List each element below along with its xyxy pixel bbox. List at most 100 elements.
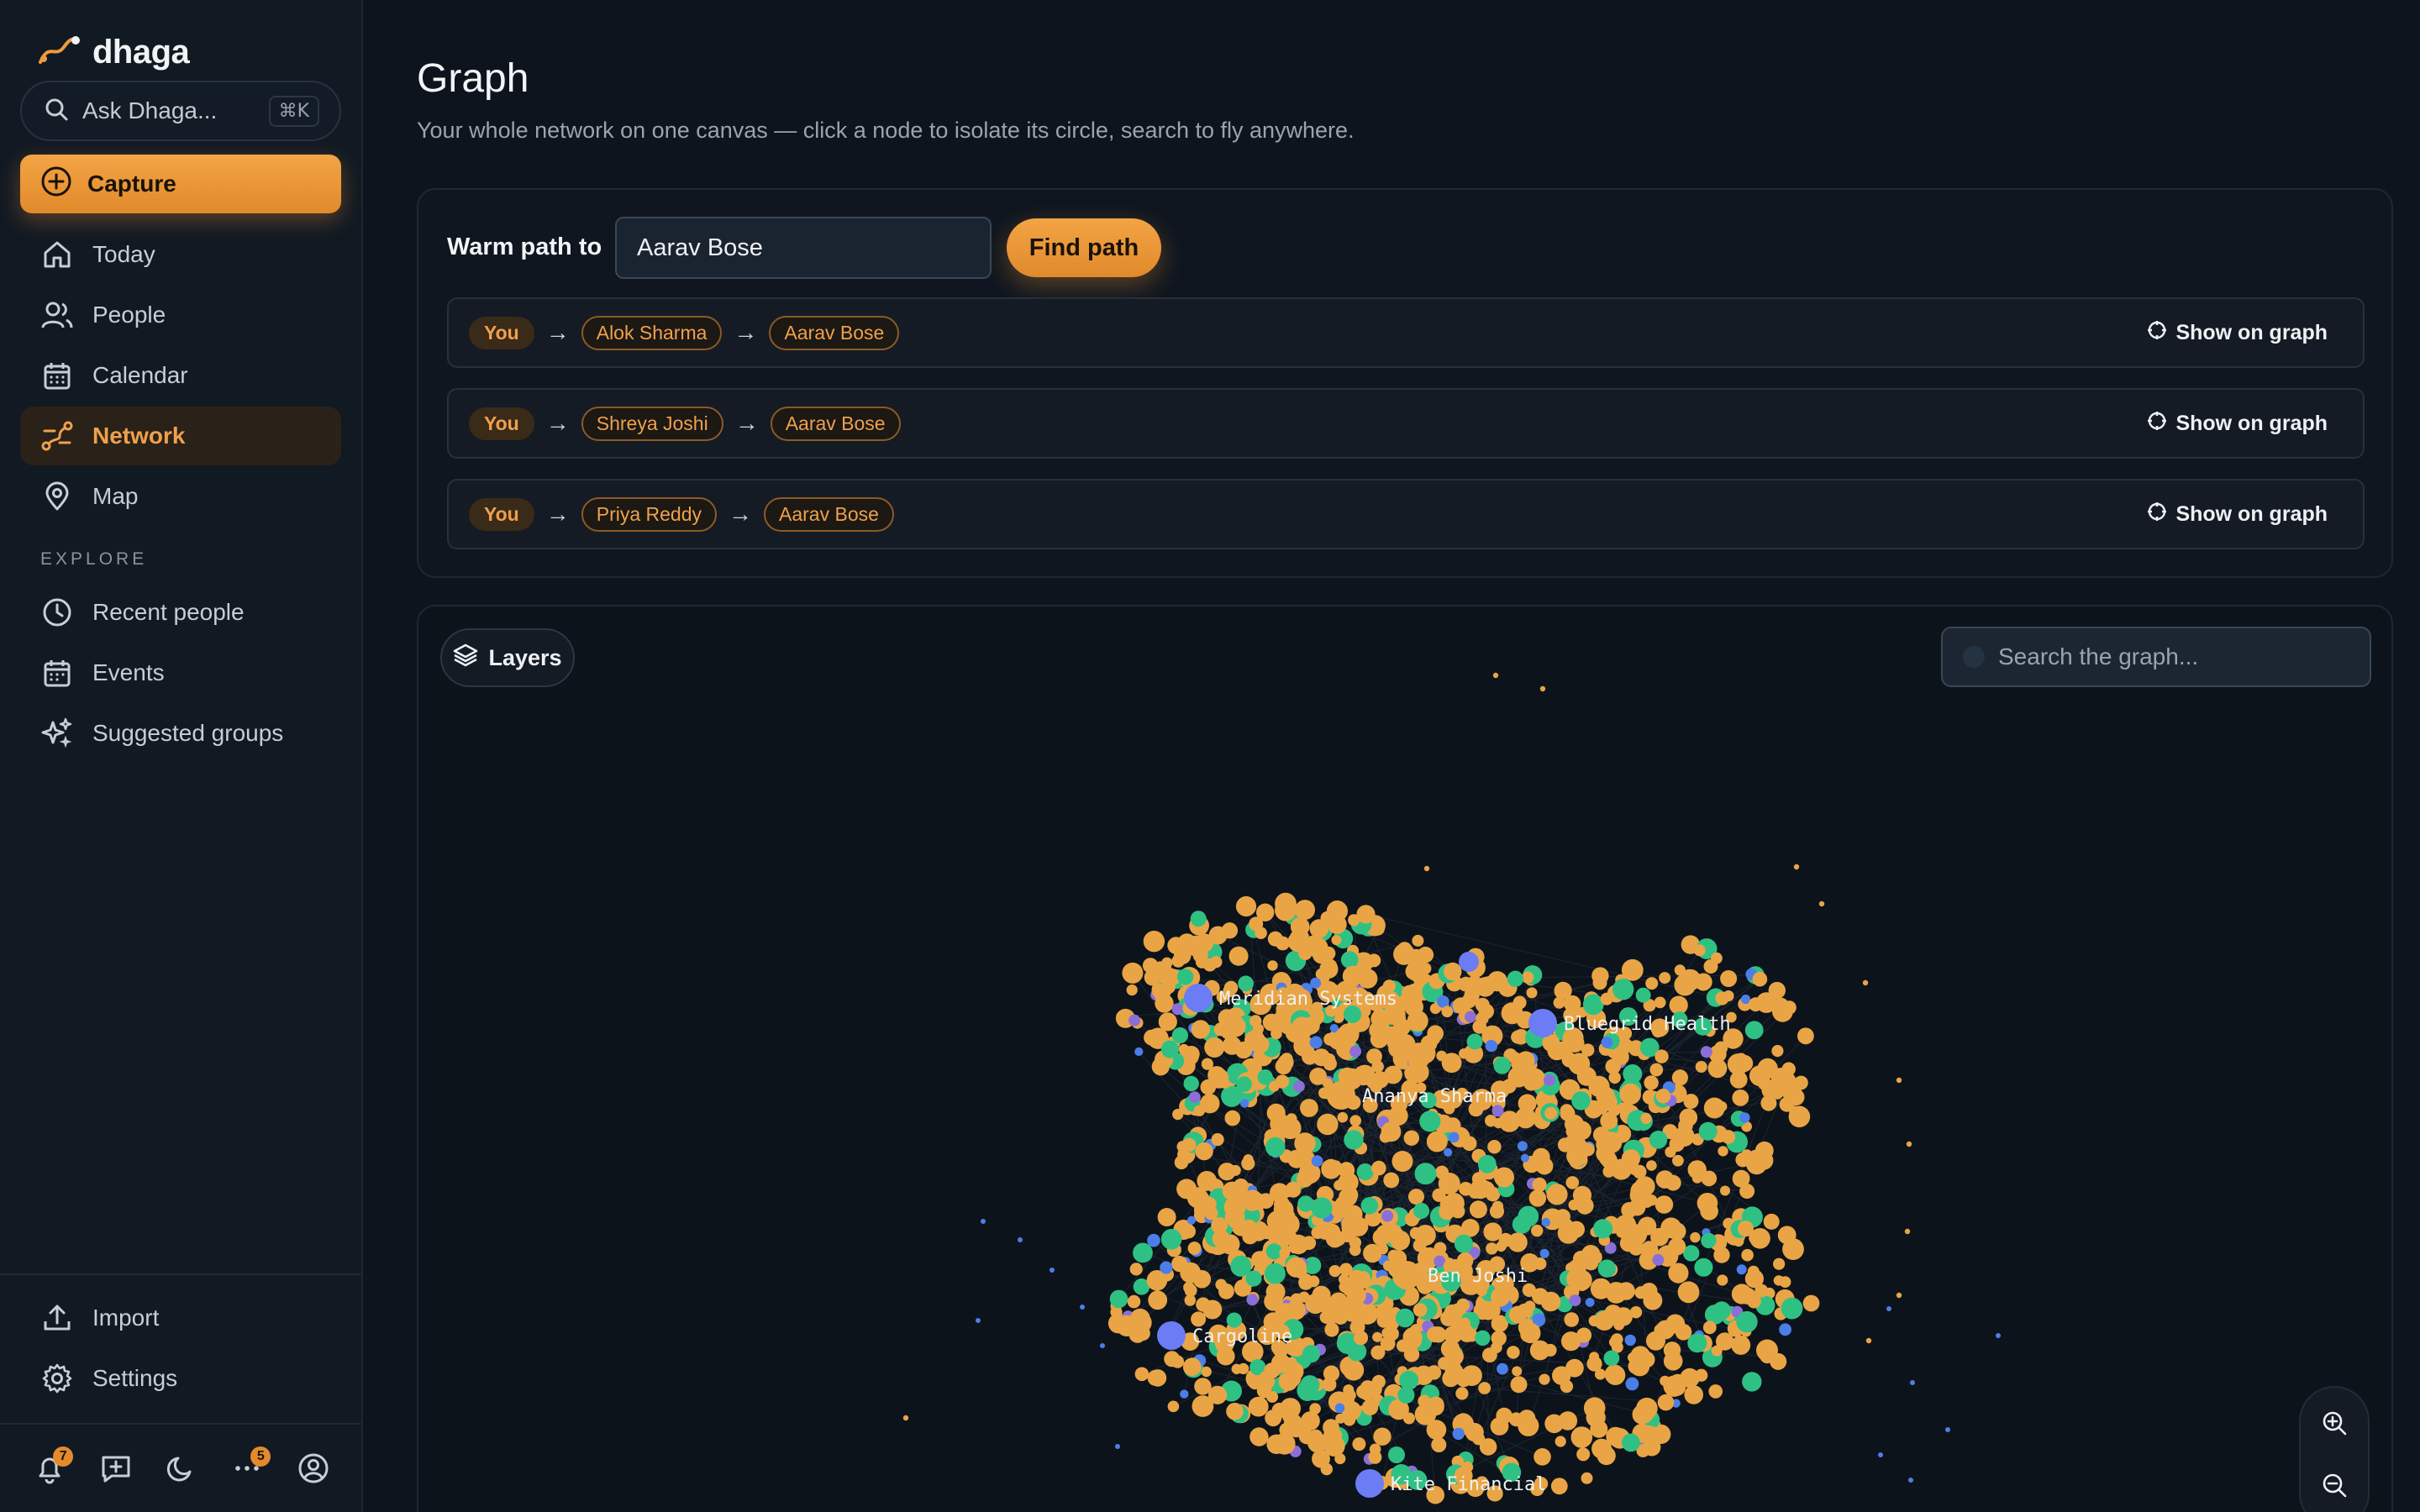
person-node[interactable]	[1470, 1178, 1491, 1200]
person-node[interactable]	[1904, 1228, 1911, 1235]
person-node[interactable]	[1716, 1332, 1734, 1351]
person-node[interactable]	[1713, 1247, 1730, 1263]
group-node[interactable]	[1399, 1370, 1419, 1390]
person-node[interactable]	[1565, 1176, 1580, 1189]
group-node[interactable]	[1257, 1069, 1273, 1085]
person-node[interactable]	[1561, 1052, 1577, 1068]
tag-node[interactable]	[1246, 1294, 1259, 1306]
tag-node[interactable]	[1465, 1011, 1476, 1023]
path-via-pill[interactable]: Alok Sharma	[581, 315, 723, 350]
zoom-in-button[interactable]	[2301, 1394, 2368, 1455]
person-node[interactable]	[1201, 1366, 1212, 1378]
person-node[interactable]	[1768, 981, 1786, 1000]
person-node[interactable]	[1629, 1356, 1650, 1377]
person-node[interactable]	[1632, 1404, 1652, 1425]
person-node[interactable]	[1449, 1360, 1461, 1372]
person-node[interactable]	[1174, 1155, 1189, 1170]
group-node[interactable]	[1493, 1057, 1511, 1074]
group-node[interactable]	[1171, 1027, 1188, 1044]
group-node[interactable]	[1347, 1341, 1367, 1362]
contact-node[interactable]	[1444, 1147, 1453, 1157]
contact-node[interactable]	[1520, 1153, 1529, 1163]
person-node[interactable]	[1518, 1094, 1537, 1113]
person-node[interactable]	[1279, 1247, 1291, 1259]
person-node[interactable]	[1323, 1053, 1336, 1066]
group-node[interactable]	[1612, 979, 1634, 1000]
person-node[interactable]	[1440, 1310, 1456, 1326]
person-node[interactable]	[1270, 1183, 1290, 1203]
person-node[interactable]	[1628, 1199, 1646, 1216]
person-node[interactable]	[1128, 1326, 1147, 1343]
person-node[interactable]	[1241, 1157, 1255, 1171]
group-node[interactable]	[1236, 1076, 1252, 1092]
person-node[interactable]	[1643, 1438, 1661, 1457]
person-node[interactable]	[1193, 1105, 1206, 1116]
person-node[interactable]	[1177, 933, 1197, 953]
person-node[interactable]	[1665, 1146, 1676, 1158]
group-node[interactable]	[1781, 1297, 1803, 1320]
person-node[interactable]	[1671, 1069, 1688, 1086]
person-node[interactable]	[1200, 1079, 1217, 1095]
person-node[interactable]	[1371, 1374, 1386, 1389]
person-node[interactable]	[1330, 1200, 1349, 1219]
person-node[interactable]	[1196, 1403, 1208, 1416]
person-node[interactable]	[902, 1415, 909, 1421]
group-node[interactable]	[1518, 1205, 1539, 1227]
person-node[interactable]	[1379, 1131, 1392, 1143]
person-node[interactable]	[1143, 931, 1165, 953]
person-node[interactable]	[1644, 1075, 1659, 1090]
person-node[interactable]	[1461, 1461, 1474, 1473]
person-node[interactable]	[1412, 934, 1424, 947]
group-node[interactable]	[1264, 1263, 1286, 1284]
group-node[interactable]	[1344, 1130, 1364, 1150]
person-node[interactable]	[1311, 1226, 1324, 1239]
contact-node[interactable]	[1147, 1233, 1160, 1247]
person-node[interactable]	[1700, 1202, 1718, 1221]
person-node[interactable]	[1526, 987, 1538, 999]
contact-node[interactable]	[1115, 1444, 1120, 1449]
person-node[interactable]	[1718, 1146, 1728, 1157]
person-node[interactable]	[1532, 1177, 1547, 1192]
person-node[interactable]	[1491, 1287, 1510, 1307]
person-node[interactable]	[1738, 1221, 1754, 1237]
contact-node[interactable]	[1908, 1478, 1913, 1483]
person-node[interactable]	[1624, 1224, 1641, 1240]
person-node[interactable]	[1695, 1061, 1707, 1073]
person-node[interactable]	[1483, 1222, 1502, 1242]
person-node[interactable]	[1906, 1141, 1912, 1147]
person-node[interactable]	[1172, 1109, 1184, 1121]
person-node[interactable]	[1184, 1294, 1197, 1306]
ask-input[interactable]: Ask Dhaga... ⌘K	[20, 81, 341, 141]
tag-node[interactable]	[1292, 1080, 1305, 1093]
person-node[interactable]	[1171, 954, 1186, 968]
path-result[interactable]: You → Priya Reddy → Aarav Bose Show on g…	[447, 479, 2365, 549]
group-node[interactable]	[1649, 1131, 1668, 1149]
person-node[interactable]	[1581, 1472, 1593, 1484]
show-on-graph-button[interactable]: Show on graph	[2147, 390, 2328, 457]
person-node[interactable]	[1372, 922, 1385, 936]
person-node[interactable]	[1171, 1355, 1185, 1368]
person-node[interactable]	[1684, 1385, 1703, 1404]
path-result[interactable]: You → Alok Sharma → Aarav Bose Show on g…	[447, 297, 2365, 368]
contact-node[interactable]	[1452, 1427, 1465, 1441]
person-node[interactable]	[1521, 971, 1534, 984]
person-node[interactable]	[1564, 1312, 1579, 1327]
group-node[interactable]	[1597, 1259, 1617, 1278]
warm-path-input[interactable]: Aarav Bose	[615, 217, 992, 279]
person-node[interactable]	[1690, 1231, 1701, 1243]
person-node[interactable]	[1157, 1208, 1176, 1226]
person-node[interactable]	[1508, 1412, 1523, 1427]
group-node[interactable]	[1190, 911, 1207, 927]
person-node[interactable]	[1655, 1089, 1671, 1104]
person-node[interactable]	[1489, 1204, 1505, 1219]
contact-node[interactable]	[1497, 1362, 1508, 1375]
person-node[interactable]	[1702, 1320, 1717, 1335]
person-node[interactable]	[1202, 1299, 1223, 1320]
group-node[interactable]	[1176, 969, 1194, 985]
person-node[interactable]	[1531, 1224, 1544, 1237]
person-node[interactable]	[1182, 1357, 1202, 1377]
person-node[interactable]	[1594, 1368, 1607, 1380]
person-node[interactable]	[1248, 1396, 1269, 1417]
person-node[interactable]	[1273, 1200, 1294, 1220]
tag-node[interactable]	[1569, 1294, 1581, 1307]
